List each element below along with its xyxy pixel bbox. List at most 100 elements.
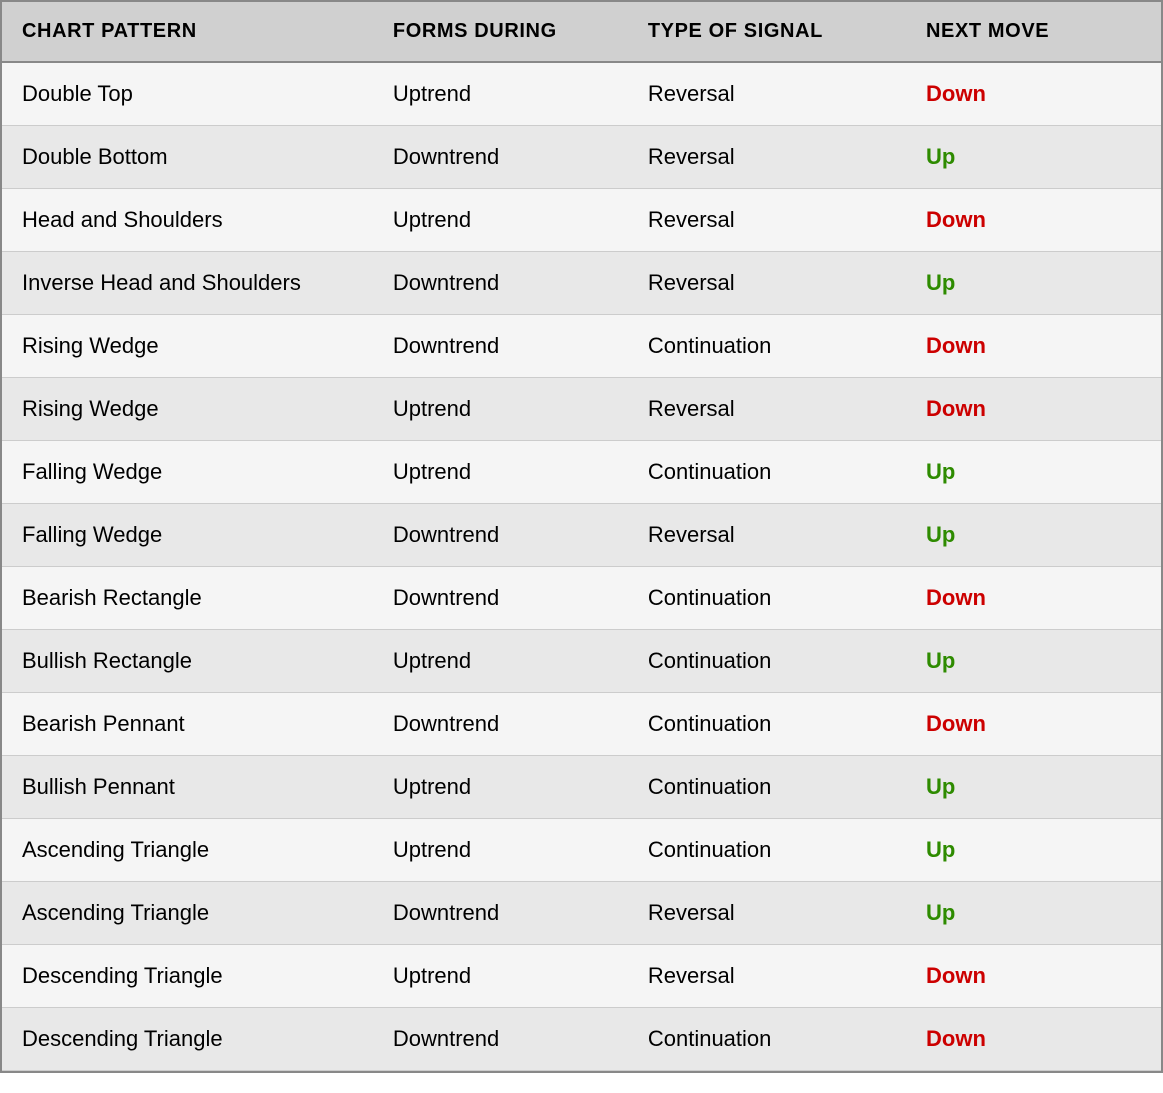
cell-chart-pattern: Rising Wedge	[2, 315, 373, 378]
cell-next-move: Up	[906, 630, 1161, 693]
cell-next-move: Down	[906, 567, 1161, 630]
cell-type-of-signal: Continuation	[628, 315, 906, 378]
cell-next-move: Down	[906, 189, 1161, 252]
cell-chart-pattern: Bullish Pennant	[2, 756, 373, 819]
cell-type-of-signal: Continuation	[628, 1008, 906, 1071]
cell-forms-during: Uptrend	[373, 819, 628, 882]
cell-next-move: Up	[906, 882, 1161, 945]
cell-forms-during: Downtrend	[373, 693, 628, 756]
table-row: Double BottomDowntrendReversal Up	[2, 126, 1161, 189]
cell-chart-pattern: Falling Wedge	[2, 504, 373, 567]
cell-type-of-signal: Reversal	[628, 945, 906, 1008]
table-row: Bearish RectangleDowntrendContinuation Do…	[2, 567, 1161, 630]
cell-forms-during: Uptrend	[373, 756, 628, 819]
cell-chart-pattern: Ascending Triangle	[2, 819, 373, 882]
next-move-value: Down	[926, 711, 986, 736]
chart-pattern-table: CHART PATTERN FORMS DURING TYPE OF SIGNA…	[0, 0, 1163, 1073]
cell-chart-pattern: Double Top	[2, 62, 373, 126]
cell-type-of-signal: Continuation	[628, 441, 906, 504]
cell-forms-during: Downtrend	[373, 504, 628, 567]
cell-type-of-signal: Continuation	[628, 567, 906, 630]
cell-forms-during: Uptrend	[373, 378, 628, 441]
cell-chart-pattern: Rising Wedge	[2, 378, 373, 441]
cell-next-move: Up	[906, 819, 1161, 882]
cell-chart-pattern: Bearish Rectangle	[2, 567, 373, 630]
header-next-move: NEXT MOVE	[906, 2, 1161, 62]
cell-type-of-signal: Reversal	[628, 504, 906, 567]
next-move-value: Down	[926, 333, 986, 358]
next-move-value: Up	[926, 144, 955, 169]
cell-type-of-signal: Continuation	[628, 630, 906, 693]
cell-forms-during: Downtrend	[373, 252, 628, 315]
cell-type-of-signal: Reversal	[628, 378, 906, 441]
cell-next-move: Up	[906, 126, 1161, 189]
cell-chart-pattern: Ascending Triangle	[2, 882, 373, 945]
next-move-value: Up	[926, 648, 955, 673]
table-row: Rising WedgeDowntrendContinuation Down	[2, 315, 1161, 378]
cell-forms-during: Downtrend	[373, 882, 628, 945]
table-row: Falling WedgeUptrendContinuation Up	[2, 441, 1161, 504]
cell-next-move: Down	[906, 945, 1161, 1008]
table-row: Ascending TriangleDowntrendReversal Up	[2, 882, 1161, 945]
cell-forms-during: Uptrend	[373, 630, 628, 693]
cell-chart-pattern: Bearish Pennant	[2, 693, 373, 756]
cell-forms-during: Downtrend	[373, 1008, 628, 1071]
table-row: Descending TriangleUptrendReversal Down	[2, 945, 1161, 1008]
next-move-value: Up	[926, 837, 955, 862]
cell-next-move: Down	[906, 693, 1161, 756]
next-move-value: Down	[926, 207, 986, 232]
next-move-value: Up	[926, 270, 955, 295]
cell-chart-pattern: Descending Triangle	[2, 945, 373, 1008]
next-move-value: Up	[926, 900, 955, 925]
next-move-value: Down	[926, 396, 986, 421]
cell-type-of-signal: Reversal	[628, 189, 906, 252]
cell-forms-during: Uptrend	[373, 441, 628, 504]
cell-forms-during: Downtrend	[373, 567, 628, 630]
cell-chart-pattern: Double Bottom	[2, 126, 373, 189]
cell-chart-pattern: Bullish Rectangle	[2, 630, 373, 693]
cell-chart-pattern: Descending Triangle	[2, 1008, 373, 1071]
table-row: Falling WedgeDowntrendReversal Up	[2, 504, 1161, 567]
cell-next-move: Down	[906, 1008, 1161, 1071]
table-row: Head and ShouldersUptrendReversal Down	[2, 189, 1161, 252]
cell-next-move: Up	[906, 441, 1161, 504]
header-type-of-signal: TYPE OF SIGNAL	[628, 2, 906, 62]
cell-forms-during: Uptrend	[373, 945, 628, 1008]
header-chart-pattern: CHART PATTERN	[2, 2, 373, 62]
table-row: Bullish RectangleUptrendContinuation Up	[2, 630, 1161, 693]
table-row: Ascending TriangleUptrendContinuation Up	[2, 819, 1161, 882]
table-row: Bullish PennantUptrendContinuationUp	[2, 756, 1161, 819]
cell-next-move: Up	[906, 504, 1161, 567]
table-row: Rising WedgeUptrendReversal Down	[2, 378, 1161, 441]
cell-forms-during: Uptrend	[373, 189, 628, 252]
table-row: Inverse Head and ShouldersDowntrendRever…	[2, 252, 1161, 315]
cell-chart-pattern: Head and Shoulders	[2, 189, 373, 252]
cell-next-move: Up	[906, 252, 1161, 315]
table-row: Bearish PennantDowntrendContinuation Down	[2, 693, 1161, 756]
cell-type-of-signal: Continuation	[628, 693, 906, 756]
next-move-value: Up	[926, 774, 955, 799]
cell-forms-during: Downtrend	[373, 126, 628, 189]
cell-type-of-signal: Reversal	[628, 882, 906, 945]
cell-type-of-signal: Reversal	[628, 252, 906, 315]
table-row: Double TopUptrendReversal Down	[2, 62, 1161, 126]
cell-chart-pattern: Inverse Head and Shoulders	[2, 252, 373, 315]
next-move-value: Down	[926, 585, 986, 610]
cell-chart-pattern: Falling Wedge	[2, 441, 373, 504]
next-move-value: Down	[926, 963, 986, 988]
cell-type-of-signal: Continuation	[628, 819, 906, 882]
cell-forms-during: Uptrend	[373, 62, 628, 126]
table-row: Descending TriangleDowntrendContinuation…	[2, 1008, 1161, 1071]
header-forms-during: FORMS DURING	[373, 2, 628, 62]
cell-next-move: Down	[906, 62, 1161, 126]
table-header-row: CHART PATTERN FORMS DURING TYPE OF SIGNA…	[2, 2, 1161, 62]
next-move-value: Down	[926, 1026, 986, 1051]
cell-forms-during: Downtrend	[373, 315, 628, 378]
cell-next-move: Up	[906, 756, 1161, 819]
next-move-value: Up	[926, 459, 955, 484]
next-move-value: Down	[926, 81, 986, 106]
cell-type-of-signal: Reversal	[628, 62, 906, 126]
cell-type-of-signal: Reversal	[628, 126, 906, 189]
cell-next-move: Down	[906, 378, 1161, 441]
next-move-value: Up	[926, 522, 955, 547]
